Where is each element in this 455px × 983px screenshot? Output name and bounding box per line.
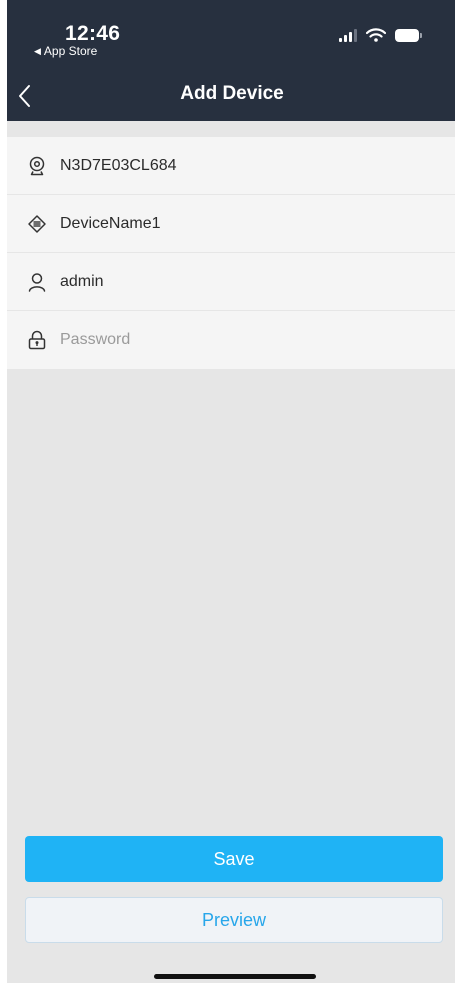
header: 12:46 ◀ App Store Add Device bbox=[7, 0, 455, 121]
add-device-screen: 12:46 ◀ App Store Add Device N3D7E03CL68… bbox=[7, 0, 455, 983]
wifi-icon bbox=[366, 28, 386, 42]
save-button[interactable]: Save bbox=[25, 836, 443, 882]
device-icon bbox=[26, 213, 48, 235]
page-title: Add Device bbox=[180, 83, 284, 104]
status-back-label: App Store bbox=[43, 44, 98, 58]
preview-button[interactable]: Preview bbox=[25, 897, 443, 943]
back-triangle-icon: ◀ bbox=[34, 45, 41, 56]
device-id-row bbox=[7, 137, 455, 195]
status-back-to-app[interactable]: ◀ App Store bbox=[34, 44, 97, 58]
username-field[interactable] bbox=[60, 272, 420, 291]
status-icons bbox=[339, 28, 422, 42]
signal-icon bbox=[339, 28, 357, 42]
user-icon bbox=[26, 271, 48, 293]
device-name-row bbox=[7, 195, 455, 253]
device-form bbox=[7, 137, 455, 369]
home-indicator bbox=[154, 974, 316, 979]
lock-icon bbox=[26, 329, 48, 351]
password-row bbox=[7, 311, 455, 369]
battery-icon bbox=[395, 28, 422, 42]
device-id-field[interactable] bbox=[60, 156, 420, 175]
username-row bbox=[7, 253, 455, 311]
status-time: 12:46 bbox=[65, 22, 121, 45]
device-name-field[interactable] bbox=[60, 214, 420, 233]
password-field[interactable] bbox=[60, 331, 420, 349]
camera-icon bbox=[26, 155, 48, 177]
